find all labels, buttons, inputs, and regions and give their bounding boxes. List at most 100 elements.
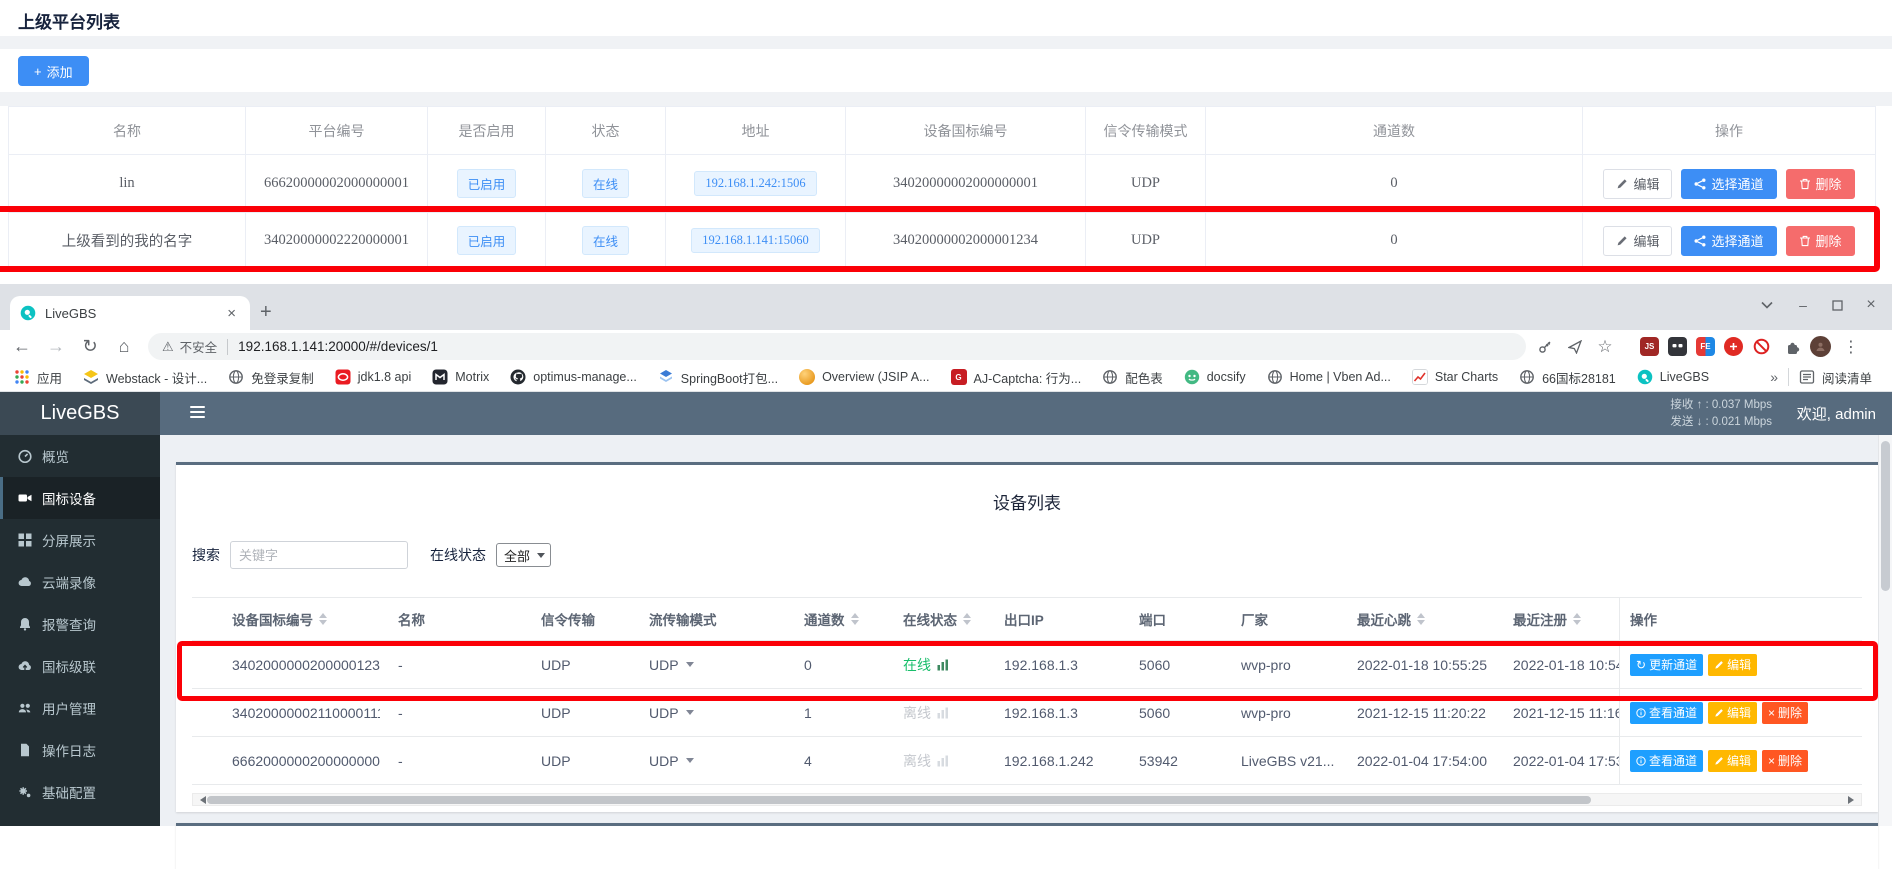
update-channels-button[interactable]: ↻更新通道 [1630, 654, 1703, 676]
scrollbar-thumb[interactable] [1881, 441, 1890, 591]
chevron-down-icon [686, 662, 694, 671]
app-logo[interactable]: LiveGBS [0, 392, 160, 435]
select-channel-button[interactable]: 选择通道 [1681, 226, 1776, 256]
vertical-scrollbar[interactable] [1878, 435, 1892, 826]
sidebar-item-basic-config[interactable]: 基础配置 [0, 771, 160, 813]
view-channels-button[interactable]: 查看通道 [1630, 702, 1703, 724]
delete-device-button[interactable]: ×删除 [1762, 750, 1808, 772]
browser-menu-icon[interactable]: ⋮ [1838, 334, 1864, 360]
col-header: 信令传输模式 [1086, 107, 1206, 155]
edit-device-button[interactable]: 编辑 [1708, 702, 1757, 724]
col-header-sortable[interactable]: 通道数 [786, 597, 885, 641]
cell-name: - [380, 641, 523, 689]
edit-button[interactable]: 编辑 [1603, 169, 1672, 199]
welcome-user[interactable]: 欢迎, admin [1797, 403, 1876, 424]
bookmark-webstack[interactable]: Webstack - 设计... [83, 368, 207, 387]
sidebar-item-alarm-query[interactable]: 报警查询 [0, 603, 160, 645]
omnibox[interactable]: ⚠ 不安全 192.168.1.141:20000/#/devices/1 [148, 333, 1526, 360]
new-tab-button[interactable]: + [260, 302, 272, 322]
profile-avatar[interactable] [1810, 336, 1831, 357]
cell-stream-mode[interactable]: UDP [631, 641, 786, 689]
edit-device-button[interactable]: 编辑 [1708, 654, 1757, 676]
bookmark-overview-jsip[interactable]: Overview (JSIP A... [799, 369, 929, 385]
sort-icon[interactable] [1573, 613, 1581, 625]
browser-tab[interactable]: LiveGBS × [10, 296, 250, 330]
home-icon[interactable]: ⌂ [110, 332, 138, 360]
bookmark-motrix[interactable]: Motrix [432, 369, 489, 385]
extension-mask-icon[interactable] [1668, 337, 1687, 356]
sidebar-item-user-management[interactable]: 用户管理 [0, 687, 160, 729]
horizontal-scrollbar[interactable] [192, 793, 1862, 806]
bar-chart-icon[interactable] [937, 659, 949, 671]
window-minimize-button[interactable]: – [1786, 290, 1820, 320]
bookmark-apps[interactable]: 应用 [14, 368, 62, 387]
bookmark-jdk-api[interactable]: jdk1.8 api [335, 369, 412, 385]
sidebar-item-split-screen[interactable]: 分屏展示 [0, 519, 160, 561]
col-header-sortable[interactable]: 最近注册 [1495, 597, 1619, 641]
send-icon[interactable] [1562, 334, 1588, 360]
bookmark-star-charts[interactable]: Star Charts [1412, 369, 1498, 385]
cell-stream-mode[interactable]: UDP [631, 737, 786, 785]
scrollbar-thumb[interactable] [207, 796, 1591, 804]
page-title: 上级平台列表 [18, 8, 120, 33]
puzzle-extensions-icon[interactable] [1780, 334, 1806, 360]
extension-adguard-icon[interactable] [1724, 337, 1743, 356]
tab-close-icon[interactable]: × [223, 305, 240, 322]
window-close-button[interactable]: × [1854, 290, 1888, 320]
cell-heartbeat: 2022-01-04 17:54:00 [1339, 737, 1495, 785]
bookmark-vben[interactable]: Home | Vben Ad... [1267, 369, 1391, 385]
globe-icon [228, 369, 244, 385]
reading-list-button[interactable]: 阅读清单 [1799, 368, 1872, 387]
tab-search-chevron-icon[interactable] [1750, 290, 1784, 320]
delete-button[interactable]: 删除 [1786, 169, 1855, 199]
bookmark-livegbs[interactable]: LiveGBS [1637, 369, 1709, 385]
sort-icon[interactable] [1417, 613, 1425, 625]
back-icon[interactable]: ← [8, 332, 36, 360]
bookmark-aj-captcha[interactable]: G AJ-Captcha: 行为... [951, 368, 1082, 387]
search-input[interactable] [230, 541, 408, 569]
extension-js-icon[interactable]: JS [1640, 337, 1659, 356]
online-status-select[interactable]: 全部 [496, 543, 551, 567]
reload-icon[interactable]: ↻ [76, 332, 104, 360]
sort-icon[interactable] [963, 613, 971, 625]
col-header-sortable[interactable]: 设备国标编号 [192, 597, 380, 641]
bookmark-star-icon[interactable]: ☆ [1592, 334, 1618, 360]
delete-button[interactable]: 删除 [1786, 226, 1855, 256]
bookmark-gb28181[interactable]: 66国标28181 [1519, 368, 1616, 387]
sort-icon[interactable] [319, 613, 327, 625]
bookmark-github[interactable]: optimus-manage... [510, 369, 637, 385]
browser-tab-strip: LiveGBS × + – × [0, 284, 1892, 330]
globe-icon [1519, 369, 1535, 385]
bookmarks-overflow-icon[interactable]: » [1770, 369, 1778, 385]
scroll-right-icon[interactable] [1848, 796, 1858, 804]
select-channel-button[interactable]: 选择通道 [1681, 169, 1776, 199]
bookmark-colors[interactable]: 配色表 [1102, 368, 1163, 387]
key-icon[interactable] [1532, 334, 1558, 360]
add-platform-button[interactable]: + 添加 [18, 56, 89, 86]
col-header-sortable[interactable]: 在线状态 [885, 597, 986, 641]
sidebar-item-gb-cascade[interactable]: 国标级联 [0, 645, 160, 687]
sidebar-item-cloud-record[interactable]: 云端录像 [0, 561, 160, 603]
bookmark-springboot[interactable]: SpringBoot打包... [658, 368, 778, 387]
view-channels-button[interactable]: 查看通道 [1630, 750, 1703, 772]
bookmark-docsify[interactable]: docsify [1184, 369, 1246, 385]
edit-device-button[interactable]: 编辑 [1708, 750, 1757, 772]
sidebar-toggle-icon[interactable] [190, 406, 205, 421]
x-icon: × [1768, 707, 1775, 719]
col-header-sortable[interactable]: 最近心跳 [1339, 597, 1495, 641]
bookmark-copy[interactable]: 免登录复制 [228, 368, 314, 387]
sort-icon[interactable] [851, 613, 859, 625]
sidebar-item-operation-log[interactable]: 操作日志 [0, 729, 160, 771]
scroll-left-icon[interactable] [196, 796, 206, 804]
file-icon [18, 743, 32, 757]
window-maximize-button[interactable] [1820, 290, 1854, 320]
sidebar-item-gb-devices[interactable]: 国标设备 [0, 477, 160, 519]
sidebar-item-overview[interactable]: 概览 [0, 435, 160, 477]
extension-blocker-icon[interactable] [1752, 337, 1771, 356]
forward-icon[interactable]: → [42, 332, 70, 360]
online-status[interactable]: 在线 [903, 655, 949, 675]
cell-stream-mode[interactable]: UDP [631, 689, 786, 737]
delete-device-button[interactable]: ×删除 [1762, 702, 1808, 724]
extension-fe-icon[interactable]: FE [1696, 337, 1715, 356]
edit-button[interactable]: 编辑 [1603, 226, 1672, 256]
